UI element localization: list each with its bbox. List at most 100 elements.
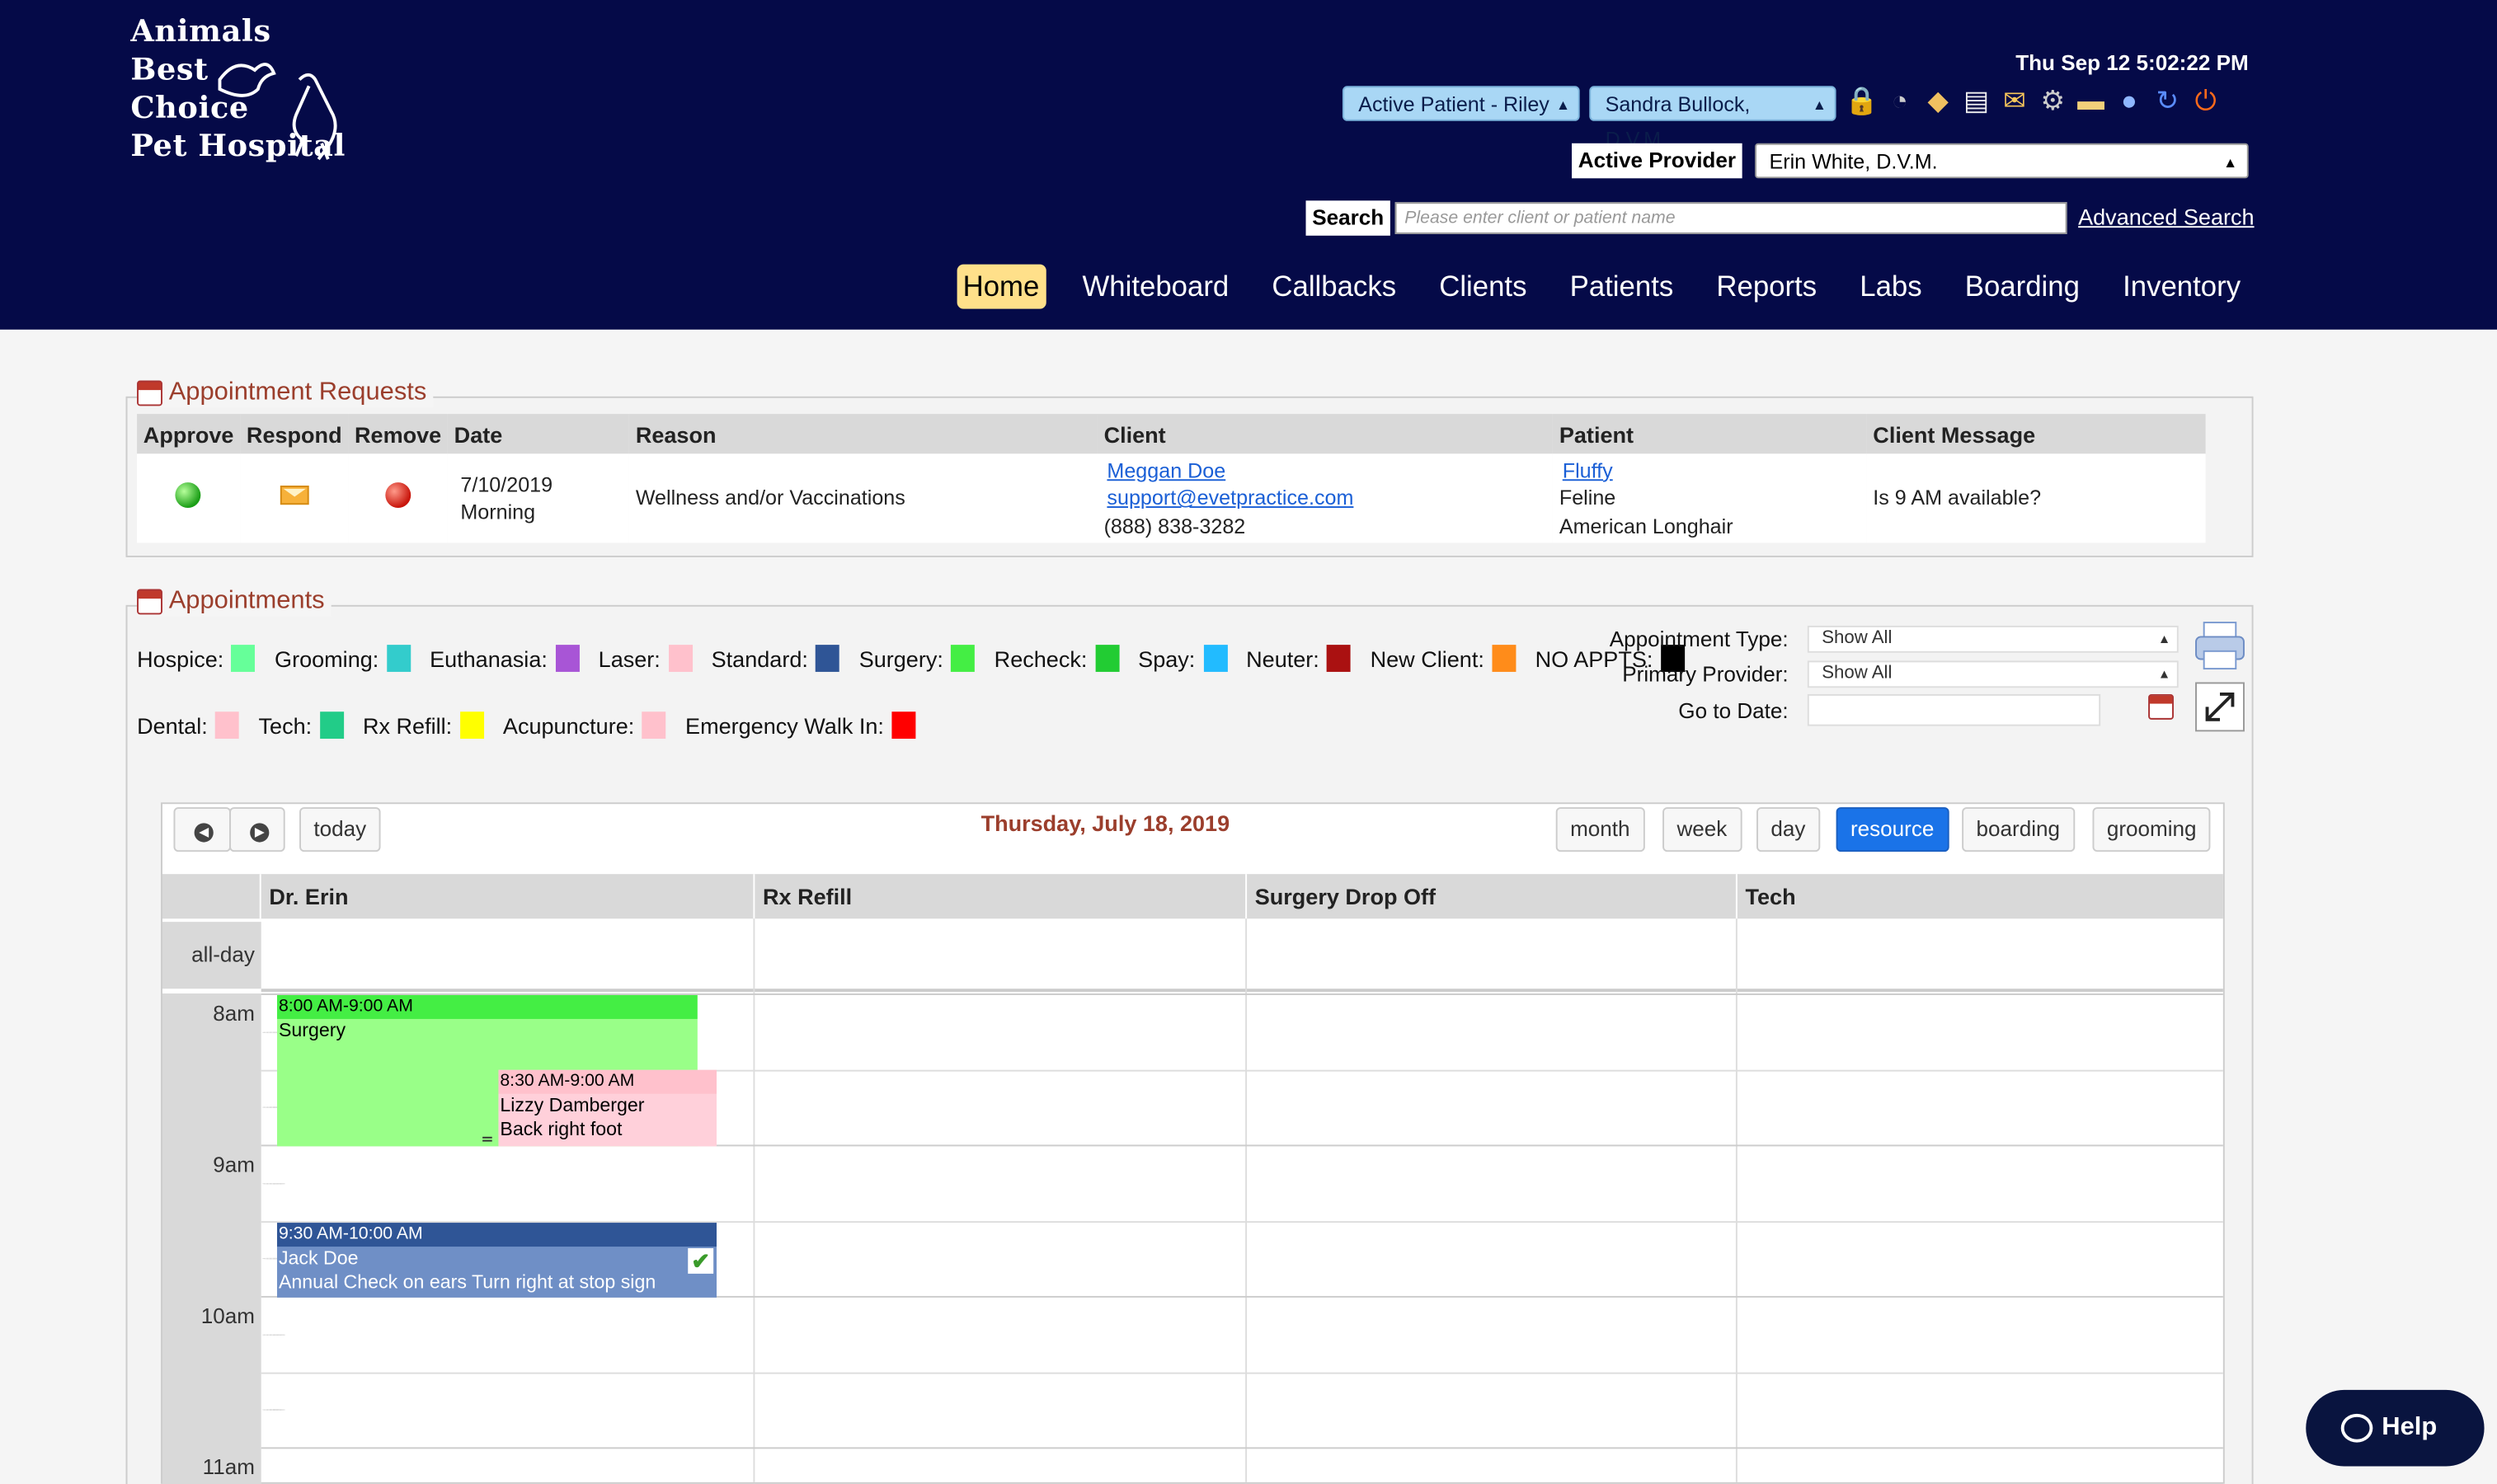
- column-divider: [1245, 918, 1248, 1482]
- event-time: 9:30 AM-10:00 AM: [277, 1223, 717, 1247]
- appointment-event-jack-doe[interactable]: 9:30 AM-10:00 AM Jack Doe Annual Check o…: [277, 1223, 717, 1298]
- legend-item: Tech:: [258, 711, 344, 740]
- calendar-column-headers: Dr. Erin Rx Refill Surgery Drop Off Tech: [162, 874, 2223, 919]
- today-button[interactable]: today: [299, 807, 381, 852]
- event-reason: Back right foot: [500, 1117, 623, 1140]
- help-button[interactable]: Help: [2306, 1389, 2485, 1467]
- active-provider-select[interactable]: Erin White, D.V.M. ▲: [1755, 143, 2249, 179]
- nav-patients[interactable]: Patients: [1564, 265, 1680, 309]
- calendar-icon: [137, 589, 162, 615]
- time-slot-line: [261, 1371, 2223, 1374]
- client-email-link[interactable]: support@evetpractice.com: [1107, 486, 1353, 510]
- nav-boarding[interactable]: Boarding: [1959, 265, 2086, 309]
- document-icon[interactable]: ▤: [1959, 84, 1993, 119]
- legend-item: Neuter:: [1246, 645, 1352, 672]
- legend-label: Emergency Walk In:: [685, 712, 884, 739]
- legend-color-swatch: [1095, 645, 1120, 672]
- refresh-icon[interactable]: ↻: [2150, 84, 2184, 119]
- search-label: Search: [1305, 200, 1390, 236]
- hospital-logo[interactable]: Animals Best Choice Pet Hospital: [130, 12, 346, 165]
- client-name-link[interactable]: Meggan Doe: [1107, 458, 1225, 482]
- next-button[interactable]: ▶: [229, 807, 285, 852]
- client-phone: (888) 838-3282: [1103, 514, 1246, 538]
- checkmark-icon: ✔: [688, 1247, 714, 1274]
- date-picker-icon[interactable]: [2148, 693, 2174, 720]
- help-icon[interactable]: ●: [2112, 84, 2147, 119]
- nav-clients[interactable]: Clients: [1432, 265, 1533, 309]
- nav-inventory[interactable]: Inventory: [2116, 265, 2246, 309]
- respond-envelope-icon[interactable]: [280, 486, 309, 505]
- print-icon[interactable]: [2193, 619, 2247, 674]
- patient-species: Feline: [1559, 486, 1616, 510]
- event-time: 8:30 AM-9:00 AM: [498, 1069, 717, 1094]
- legend-color-swatch: [231, 645, 256, 672]
- legend-color-swatch: [1327, 645, 1352, 672]
- appointment-requests-legend: Appointment Requests: [137, 378, 434, 408]
- column-dr-erin: Dr. Erin: [261, 874, 755, 919]
- legend-color-swatch: [1492, 645, 1517, 672]
- patient-name-link[interactable]: Fluffy: [1563, 458, 1613, 482]
- legend-label: New Client:: [1370, 646, 1484, 671]
- col-remove: Remove: [348, 414, 448, 454]
- event-title: Surgery: [278, 1018, 346, 1041]
- primary-provider-value: Show All: [1822, 664, 1893, 683]
- column-tech: Tech: [1745, 883, 1796, 909]
- legend-label: Standard:: [711, 646, 808, 671]
- clock-icon[interactable]: ◔: [1883, 84, 1917, 119]
- doctor-select[interactable]: Sandra Bullock, D.V.M ▲: [1589, 86, 1836, 151]
- chat-icon[interactable]: ▬: [2073, 84, 2108, 119]
- gear-icon[interactable]: ⚙: [2035, 84, 2070, 119]
- approve-button[interactable]: [176, 481, 202, 508]
- resize-handle[interactable]: [482, 1136, 492, 1142]
- nav-labs[interactable]: Labs: [1854, 265, 1929, 309]
- view-boarding-button[interactable]: boarding: [1962, 807, 2075, 852]
- active-patient-value: Active Patient - Riley: [1358, 92, 1549, 116]
- primary-provider-select[interactable]: Show All ▲: [1807, 660, 2179, 688]
- request-reason: Wellness and/or Vaccinations: [635, 486, 905, 510]
- mail-icon[interactable]: ✉: [1997, 84, 2032, 119]
- legend-label: Laser:: [598, 646, 661, 671]
- prev-button[interactable]: ◀: [173, 807, 232, 852]
- time-slot-line: [261, 1333, 287, 1336]
- goto-date-input[interactable]: [1807, 693, 2101, 726]
- col-approve: Approve: [137, 414, 241, 454]
- column-surgery-drop-off: Surgery Drop Off: [1247, 874, 1738, 919]
- view-resource-button[interactable]: resource: [1836, 807, 1949, 852]
- remove-button[interactable]: [385, 481, 411, 508]
- event-time: 8:00 AM-9:00 AM: [277, 994, 698, 1019]
- nav-reports[interactable]: Reports: [1710, 265, 1823, 309]
- power-icon[interactable]: ⏻: [2188, 84, 2222, 119]
- nav-home[interactable]: Home: [956, 264, 1046, 309]
- select-arrows-icon: ▲: [2157, 667, 2171, 682]
- legend-color-swatch: [459, 711, 484, 740]
- appointment-color-legend-row2: Dental: Tech: Rx Refill: Acupuncture: Emerge…: [137, 711, 935, 740]
- appointment-event-lizzy-damberger[interactable]: 8:30 AM-9:00 AM Lizzy Damberger Back rig…: [498, 1069, 717, 1147]
- legend-label: Grooming:: [275, 646, 379, 671]
- advanced-search-link[interactable]: Advanced Search: [2078, 204, 2254, 229]
- event-client: Jack Doe: [278, 1247, 359, 1270]
- col-reason: Reason: [629, 414, 1098, 454]
- nav-whiteboard[interactable]: Whiteboard: [1076, 265, 1235, 309]
- toolbar-icons: 🔒 ◔ ◆ ▤ ✉ ⚙ ▬ ● ↻ ⏻: [1844, 84, 2223, 119]
- active-patient-select[interactable]: Active Patient - Riley ▲: [1342, 86, 1580, 121]
- select-arrows-icon: ▲: [1812, 96, 1827, 114]
- lock-icon[interactable]: 🔒: [1844, 84, 1879, 119]
- time-slot-line: [261, 1220, 2223, 1223]
- legend-color-swatch: [642, 711, 666, 740]
- legend-label: Tech:: [258, 712, 313, 739]
- hour-11am: 11am: [202, 1455, 255, 1480]
- hour-9am: 9am: [213, 1153, 255, 1177]
- legend-item: Acupuncture:: [503, 711, 666, 740]
- time-slot-line: [261, 1182, 287, 1185]
- view-month-button[interactable]: month: [1555, 807, 1644, 852]
- view-grooming-button[interactable]: grooming: [2092, 807, 2211, 852]
- nav-callbacks[interactable]: Callbacks: [1266, 265, 1403, 309]
- legend-label: Surgery:: [858, 646, 943, 671]
- appointment-type-select[interactable]: Show All ▲: [1807, 625, 2179, 653]
- view-day-button[interactable]: day: [1756, 807, 1820, 852]
- search-input[interactable]: Please enter client or patient name: [1394, 202, 2067, 234]
- view-week-button[interactable]: week: [1662, 807, 1742, 852]
- tag-icon[interactable]: ◆: [1921, 84, 1955, 119]
- legend-label: Hospice:: [137, 646, 224, 671]
- expand-icon[interactable]: [2194, 682, 2245, 733]
